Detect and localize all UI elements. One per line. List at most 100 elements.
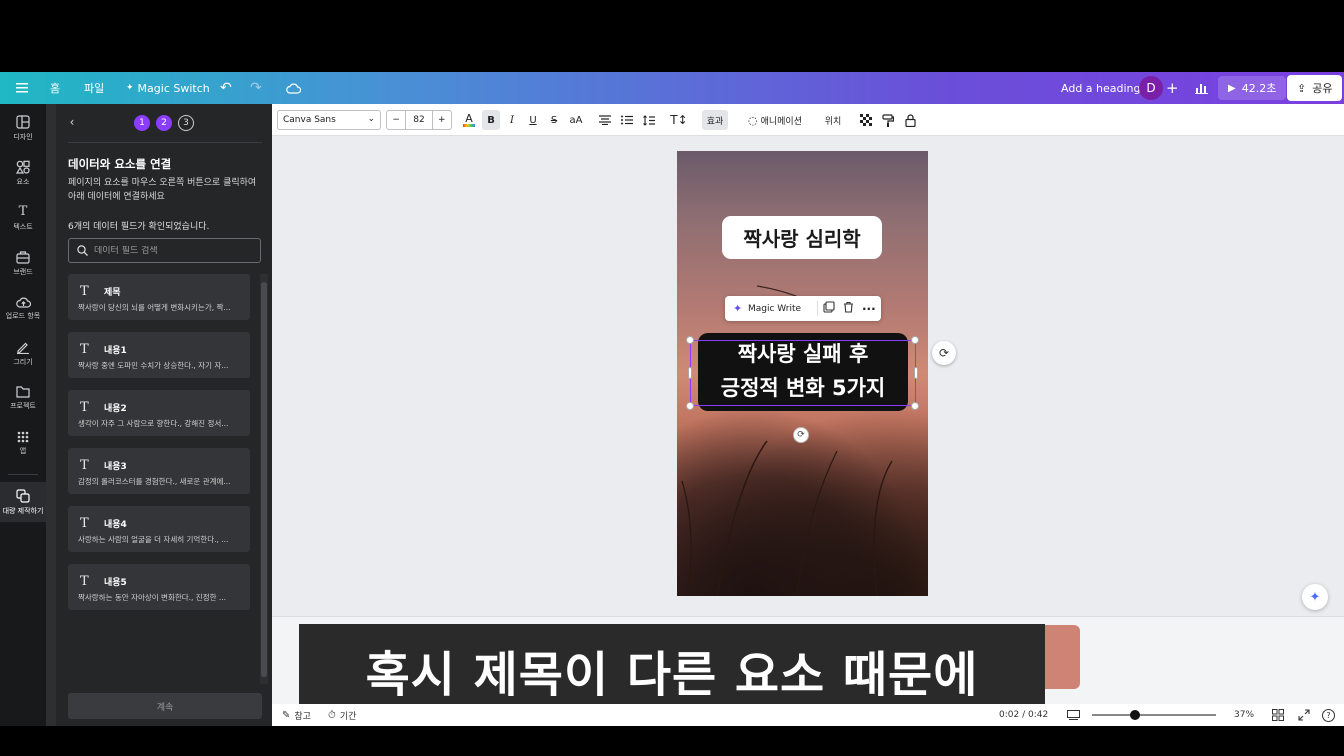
data-field-card[interactable]: T 내용1 짝사랑 중엔 도파민 수치가 상승한다., 자기 자... bbox=[68, 332, 250, 378]
rail-item-draw[interactable]: 그리기 bbox=[0, 333, 46, 373]
strikethrough-button[interactable]: S bbox=[545, 110, 563, 130]
refresh-icon[interactable]: ⟳ bbox=[932, 341, 956, 365]
duplicate-icon[interactable] bbox=[823, 301, 835, 316]
paint-format-icon[interactable] bbox=[880, 110, 896, 130]
line-spacing-icon[interactable] bbox=[640, 110, 658, 130]
undo-icon[interactable]: ↶ bbox=[220, 72, 232, 104]
field-value: 짝사랑이 당신의 뇌를 어떻게 변화시키는가, 짝... bbox=[78, 303, 231, 312]
field-value: 짝사랑하는 동안 자아상이 변화한다., 진정한 ... bbox=[78, 593, 227, 602]
fields-scrollbar[interactable] bbox=[260, 274, 268, 684]
field-value: 생각이 자주 그 사람으로 향한다., 강해진 정서... bbox=[78, 419, 229, 428]
back-button[interactable]: ‹ bbox=[64, 114, 80, 130]
title-text-box[interactable]: 짝사랑 심리학 bbox=[722, 216, 882, 259]
avatar[interactable]: D bbox=[1139, 76, 1163, 100]
rail-item-elements[interactable]: 요소 bbox=[0, 153, 46, 193]
letter-case-button[interactable]: aA bbox=[566, 110, 586, 130]
draw-icon bbox=[17, 342, 29, 354]
home-link[interactable]: 홈 bbox=[50, 72, 60, 104]
zoom-slider-track[interactable] bbox=[1092, 714, 1216, 716]
add-collaborator-icon[interactable]: + bbox=[1166, 72, 1179, 104]
field-value: 사랑하는 사람의 얼굴을 더 자세히 기억한다., ... bbox=[78, 535, 229, 544]
file-menu[interactable]: 파일 bbox=[84, 72, 104, 104]
bold-button[interactable]: B bbox=[482, 110, 500, 130]
rail-item-brand[interactable]: 브랜드 bbox=[0, 243, 46, 283]
rail-item-design[interactable]: 디자인 bbox=[0, 108, 46, 148]
more-options-icon[interactable]: ··· bbox=[862, 302, 876, 316]
scrollbar-thumb[interactable] bbox=[261, 282, 267, 677]
field-search[interactable] bbox=[68, 238, 261, 263]
duration-button[interactable]: ⏱ 기간 bbox=[328, 704, 356, 726]
delete-icon[interactable] bbox=[843, 301, 854, 316]
rail-item-text[interactable]: T 텍스트 bbox=[0, 198, 46, 238]
field-count-text: 6개의 데이터 필드가 확인되었습니다. bbox=[68, 222, 210, 232]
resize-handle-tl[interactable] bbox=[686, 336, 694, 344]
rail-item-bulk-create[interactable]: 대량 제작하기 bbox=[0, 482, 46, 522]
align-center-icon[interactable] bbox=[596, 110, 614, 130]
font-size-stepper[interactable]: − 82 + bbox=[386, 110, 452, 130]
data-field-card[interactable]: T 내용4 사랑하는 사람의 얼굴을 더 자세히 기억한다., ... bbox=[68, 506, 250, 552]
search-input[interactable] bbox=[94, 245, 244, 256]
design-icon bbox=[16, 114, 30, 129]
rotate-icon[interactable]: ⟳ bbox=[793, 427, 809, 443]
data-field-card[interactable]: T 내용3 감정의 롤러코스터를 경험한다., 새로운 관계에... bbox=[68, 448, 250, 494]
resize-handle-left[interactable] bbox=[688, 367, 692, 379]
search-icon bbox=[77, 245, 88, 256]
text-field-icon: T bbox=[80, 458, 89, 473]
continue-button[interactable]: 계속 bbox=[68, 693, 262, 719]
font-size-value[interactable]: 82 bbox=[406, 111, 431, 129]
lock-icon[interactable] bbox=[902, 110, 918, 130]
insights-icon[interactable] bbox=[1195, 72, 1208, 104]
text-color-button[interactable]: A bbox=[460, 110, 478, 130]
avatar-wrap[interactable]: D bbox=[1139, 72, 1163, 104]
playback-time: 0:02 / 0:42 bbox=[999, 710, 1049, 720]
data-field-card[interactable]: T 내용2 생각이 자주 그 사람으로 향한다., 강해진 정서... bbox=[68, 390, 250, 436]
present-button[interactable]: ▶ 42.2초 bbox=[1218, 72, 1287, 104]
magic-assistant-icon[interactable]: ✦ bbox=[1302, 584, 1328, 610]
video-subtitle: 혹시 제목이 다른 요소 때문에 bbox=[299, 624, 1045, 716]
magic-switch-button[interactable]: ✦ Magic Switch bbox=[126, 72, 210, 104]
field-name: 내용2 bbox=[104, 404, 127, 414]
help-icon[interactable]: ? bbox=[1322, 704, 1335, 726]
magic-write-button[interactable]: Magic Write bbox=[748, 304, 801, 314]
notes-icon: ✎ bbox=[282, 709, 291, 721]
rail-item-apps[interactable]: 앱 bbox=[0, 423, 46, 463]
play-icon: ▶ bbox=[1228, 82, 1236, 94]
page-view-icon[interactable] bbox=[1067, 704, 1080, 726]
menu-icon[interactable] bbox=[16, 72, 28, 104]
zoom-slider-thumb[interactable] bbox=[1130, 710, 1140, 720]
grid-view-icon[interactable] bbox=[1272, 704, 1284, 726]
resize-handle-tr[interactable] bbox=[911, 336, 919, 344]
zoom-level[interactable]: 37% bbox=[1234, 704, 1254, 726]
increase-size-button[interactable]: + bbox=[431, 111, 451, 129]
notes-button[interactable]: ✎ 참고 bbox=[282, 704, 311, 726]
share-button-inner[interactable]: ⇪ 공유 bbox=[1287, 75, 1343, 101]
animation-label: 애니메이션 bbox=[760, 116, 802, 127]
font-selector[interactable]: Canva Sans ⌄ bbox=[277, 110, 381, 130]
resize-handle-right[interactable] bbox=[914, 367, 918, 379]
rail-item-projects[interactable]: 프로젝트 bbox=[0, 378, 46, 418]
share-button[interactable]: ⇪ 공유 bbox=[1287, 72, 1343, 104]
resize-handle-bl[interactable] bbox=[686, 402, 694, 410]
redo-icon[interactable]: ↷ bbox=[250, 72, 262, 104]
resize-handle-br[interactable] bbox=[911, 402, 919, 410]
vertical-text-icon[interactable]: T↕ bbox=[670, 110, 688, 130]
animation-button[interactable]: ◌ 애니메이션 bbox=[742, 110, 808, 130]
play-time: 42.2초 bbox=[1241, 82, 1277, 95]
document-title[interactable]: Add a heading bbox=[1061, 72, 1141, 104]
underline-button[interactable]: U bbox=[524, 110, 542, 130]
data-field-card[interactable]: T 제목 짝사랑이 당신의 뇌를 어떻게 변화시키는가, 짝... bbox=[68, 274, 250, 320]
panel-scrollbar[interactable] bbox=[46, 104, 56, 726]
field-name: 내용4 bbox=[104, 520, 127, 530]
present-button-inner[interactable]: ▶ 42.2초 bbox=[1218, 76, 1287, 100]
italic-button[interactable]: I bbox=[503, 110, 521, 130]
duration-label: 기간 bbox=[339, 711, 357, 722]
transparency-icon[interactable] bbox=[858, 110, 874, 130]
decrease-size-button[interactable]: − bbox=[387, 111, 407, 129]
cloud-sync-icon[interactable] bbox=[286, 72, 301, 104]
effects-button[interactable]: 효과 bbox=[702, 110, 728, 130]
data-field-card[interactable]: T 내용5 짝사랑하는 동안 자아상이 변화한다., 진정한 ... bbox=[68, 564, 250, 610]
position-button[interactable]: 위치 bbox=[822, 110, 844, 130]
list-icon[interactable] bbox=[618, 110, 636, 130]
rail-item-uploads[interactable]: 업로드 항목 bbox=[0, 288, 46, 328]
fullscreen-icon[interactable] bbox=[1298, 704, 1310, 726]
